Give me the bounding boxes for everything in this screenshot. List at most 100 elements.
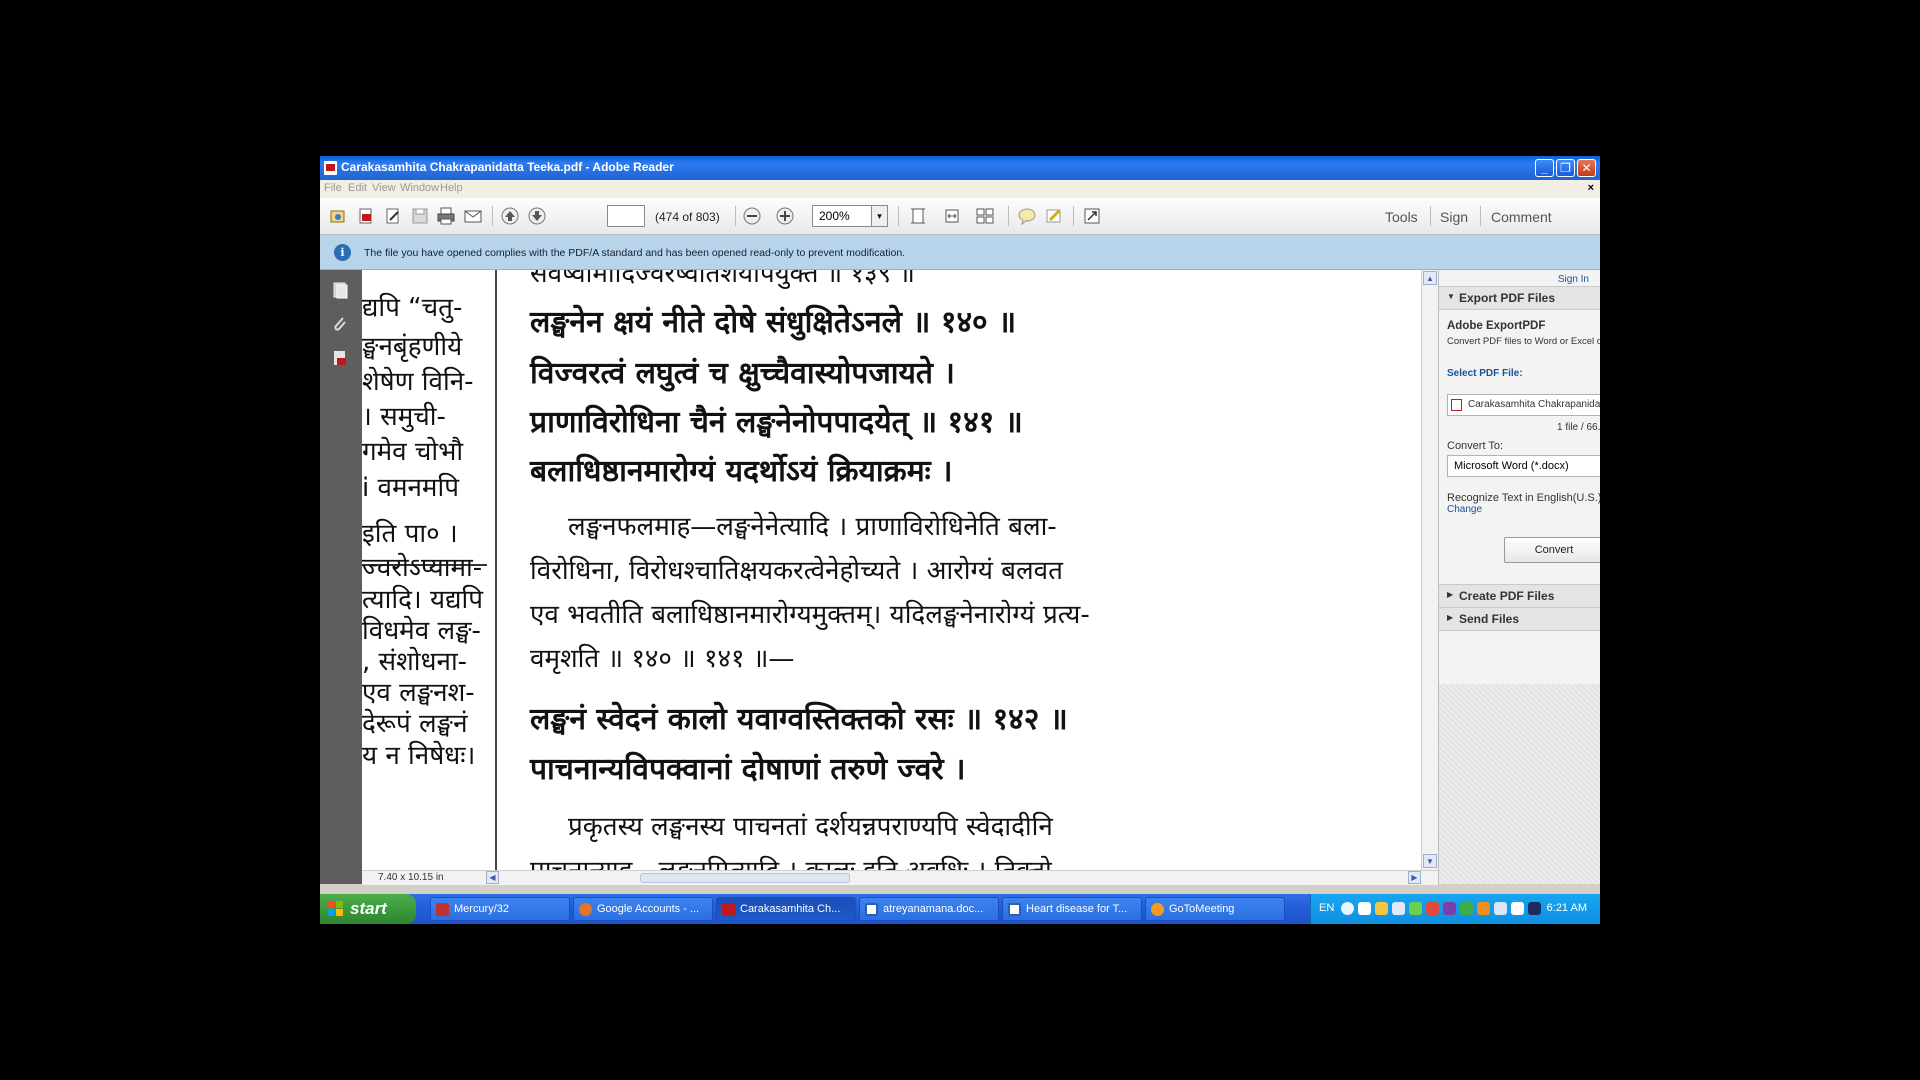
commentary-line: प्रकृतस्य लङ्घनस्य पाचनतां दर्शयन्नपराण्… — [568, 812, 1053, 842]
full-screen-icon[interactable] — [1082, 206, 1102, 226]
toolbar-separator — [898, 206, 899, 226]
taskbar-item-google-accounts[interactable]: Google Accounts - ... — [573, 897, 713, 921]
tray-app-icon[interactable] — [1477, 902, 1490, 915]
minimize-button[interactable]: _ — [1535, 159, 1554, 177]
adobe-reader-icon — [722, 903, 735, 916]
send-files-section-header[interactable]: ▶ Send Files — [1439, 607, 1600, 631]
toolbar-separator — [1008, 206, 1009, 226]
page-number-input[interactable] — [607, 205, 645, 227]
scroll-left-icon[interactable]: ◀ — [486, 871, 499, 884]
taskbar-item-atreyanamana[interactable]: atreyanamana.doc... — [859, 897, 999, 921]
left-text-line: द्यपि “चतु- — [362, 293, 463, 323]
menu-file[interactable]: File — [324, 182, 342, 194]
sign-link[interactable]: Sign — [1440, 209, 1468, 225]
left-text-line: इति पा० । — [362, 519, 458, 549]
menu-edit[interactable]: Edit — [348, 182, 367, 194]
menu-help[interactable]: Help — [440, 182, 463, 194]
navigation-pane — [320, 270, 362, 884]
taskbar-item-gotomeeting[interactable]: GoToMeeting — [1145, 897, 1285, 921]
left-text-line: ज्वरोऽप्यामा- — [362, 553, 483, 583]
left-text-line: गमेव चोभौ — [362, 437, 464, 467]
menu-window[interactable]: Window — [400, 182, 439, 194]
comment-link[interactable]: Comment — [1491, 209, 1552, 225]
document-view[interactable]: द्यपि “चतु- ङ्घनबृंहणीये शेषेण विनि- । स… — [362, 270, 1421, 870]
tray-help-icon[interactable] — [1341, 902, 1354, 915]
taskbar-item-label: GoToMeeting — [1169, 903, 1235, 915]
toolbar-separator — [735, 206, 736, 226]
print-icon[interactable] — [436, 206, 456, 226]
zoom-in-icon[interactable] — [775, 206, 795, 226]
left-text-line: i वमनमपि — [362, 473, 459, 503]
start-button[interactable]: start — [320, 894, 416, 924]
open-icon[interactable] — [328, 206, 348, 226]
tray-volume-icon[interactable] — [1511, 902, 1524, 915]
taskbar-item-heart-disease[interactable]: Heart disease for T... — [1002, 897, 1142, 921]
collapsed-triangle-icon: ▶ — [1447, 613, 1454, 622]
sign-in-link[interactable]: Sign In — [1558, 274, 1589, 285]
create-pdf-icon[interactable] — [356, 206, 376, 226]
attachments-icon[interactable] — [330, 314, 350, 334]
tray-antivirus-icon[interactable] — [1426, 902, 1439, 915]
create-pdf-label: Create PDF Files — [1459, 589, 1555, 603]
two-page-view-icon[interactable] — [975, 206, 995, 226]
scroll-right-icon[interactable]: ▶ — [1408, 871, 1421, 884]
document-close-icon[interactable]: × — [1588, 182, 1594, 194]
recognize-text: Recognize Text in English(U.S.) — [1447, 492, 1600, 504]
scroll-thumb[interactable] — [640, 873, 850, 883]
sticky-note-icon[interactable] — [1017, 206, 1037, 226]
export-pdf-section-header[interactable]: ▼ Export PDF Files — [1439, 286, 1600, 310]
close-button[interactable]: ✕ — [1577, 159, 1596, 177]
verse-line: बलाधिष्ठानमारोग्यं यदर्थोऽयं क्रियाक्रमः… — [530, 454, 953, 489]
taskbar-item-carakasamhita[interactable]: Carakasamhita Ch... — [716, 897, 856, 921]
tray-security-icon[interactable] — [1392, 902, 1405, 915]
highlight-icon[interactable] — [1044, 206, 1064, 226]
fit-width-icon[interactable] — [942, 206, 962, 226]
tray-network-icon[interactable] — [1358, 902, 1371, 915]
scroll-down-icon[interactable]: ▼ — [1423, 854, 1437, 868]
pdf-file-icon — [1451, 399, 1462, 411]
tray-messenger-icon[interactable] — [1409, 902, 1422, 915]
vertical-scrollbar[interactable]: ▲ ▼ — [1421, 270, 1439, 870]
file-info: 1 file / 66.96 MB — [1557, 422, 1600, 433]
language-indicator[interactable]: EN — [1319, 902, 1334, 914]
toolbar-separator — [492, 206, 493, 226]
pdfa-info-bar: i The file you have opened complies with… — [320, 235, 1600, 270]
tray-display-icon[interactable] — [1494, 902, 1507, 915]
commentary-line: वमृशति ॥ १४० ॥ १४१ ॥— — [530, 644, 795, 674]
email-icon[interactable] — [463, 206, 483, 226]
change-link[interactable]: Change — [1447, 504, 1482, 515]
tray-update-icon[interactable] — [1460, 902, 1473, 915]
scroll-up-icon[interactable]: ▲ — [1423, 271, 1437, 285]
signatures-icon[interactable] — [330, 348, 350, 368]
tray-app-icon[interactable] — [1528, 902, 1541, 915]
toolbar-separator — [1430, 206, 1431, 226]
verse-line: विज्वरत्वं लघुत्वं च क्षुच्चैवास्योपजायत… — [530, 356, 955, 391]
create-pdf-section-header[interactable]: ▶ Create PDF Files — [1439, 584, 1600, 608]
save-icon[interactable] — [410, 206, 430, 226]
windows-logo-icon — [328, 901, 344, 917]
zoom-input[interactable]: 200% — [812, 205, 872, 227]
taskbar-item-mercury[interactable]: Mercury/32 — [430, 897, 570, 921]
taskbar-item-label: Google Accounts - ... — [597, 903, 700, 915]
tools-link[interactable]: Tools — [1385, 209, 1418, 225]
fit-page-icon[interactable] — [908, 206, 928, 226]
menu-view[interactable]: View — [372, 182, 396, 194]
adobe-reader-window: Carakasamhita Chakrapanidatta Teeka.pdf … — [320, 156, 1600, 924]
page-thumbnails-icon[interactable] — [330, 280, 350, 300]
tray-app-icon[interactable] — [1443, 902, 1456, 915]
toolbar: (474 of 803) 200% ▾ Tools Sign Comment — [320, 198, 1600, 235]
zoom-out-icon[interactable] — [742, 206, 762, 226]
title-bar[interactable]: Carakasamhita Chakrapanidatta Teeka.pdf … — [320, 156, 1600, 180]
maximize-button[interactable]: ❐ — [1556, 159, 1575, 177]
left-text-line: शेषेण विनि- — [362, 367, 474, 397]
horizontal-scrollbar[interactable]: 7.40 x 10.15 in ◀ ▶ — [362, 870, 1438, 885]
next-page-icon[interactable] — [527, 206, 547, 226]
edit-icon[interactable] — [383, 206, 403, 226]
tray-app-icon[interactable] — [1375, 902, 1388, 915]
previous-page-icon[interactable] — [500, 206, 520, 226]
selected-file-field[interactable]: Carakasamhita Chakrapanidatta T... — [1447, 394, 1600, 416]
convert-to-value: Microsoft Word (*.docx) — [1454, 460, 1569, 472]
convert-to-select[interactable]: Microsoft Word (*.docx) ▼ — [1447, 455, 1600, 477]
zoom-dropdown[interactable]: ▾ — [871, 205, 888, 227]
convert-button[interactable]: Convert — [1504, 537, 1600, 563]
